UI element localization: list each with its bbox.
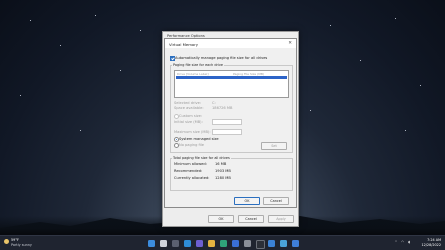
- volume-icon[interactable]: ◖: [408, 240, 410, 244]
- star: [360, 60, 361, 61]
- perf-ok-button[interactable]: OK: [208, 215, 234, 223]
- star: [405, 130, 406, 131]
- selected-drive-value: C:: [212, 101, 216, 105]
- initial-size-label: Initial size (MB):: [174, 119, 203, 124]
- auto-manage-label: Automatically manage paging file size fo…: [175, 56, 268, 60]
- paging-drive-group-label: Paging file size for each drive: [172, 62, 224, 67]
- star: [310, 110, 311, 111]
- task-view-icon[interactable]: [172, 239, 179, 247]
- performance-options-buttons: OK Cancel Apply: [208, 215, 294, 223]
- virtual-memory-dialog: Virtual Memory ✕ Automatically manage pa…: [164, 38, 297, 208]
- settings-icon[interactable]: [244, 239, 251, 247]
- space-available-label: Space available:: [174, 106, 204, 110]
- photos-icon[interactable]: [280, 239, 287, 247]
- dialog-titlebar: Virtual Memory ✕: [165, 39, 296, 48]
- weather-icon: [4, 239, 9, 244]
- star: [140, 30, 141, 31]
- currently-allocated-label: Currently allocated:: [174, 176, 210, 180]
- store-icon[interactable]: [232, 239, 239, 247]
- dialog-title: Virtual Memory: [169, 41, 199, 47]
- custom-size-label: Custom size:: [179, 114, 203, 118]
- weather-widget[interactable]: 59°F Partly sunny: [4, 238, 32, 247]
- security-icon[interactable]: [292, 239, 299, 247]
- star: [80, 130, 81, 131]
- initial-size-input[interactable]: [212, 119, 242, 125]
- recommended-value: 1903 MB: [215, 169, 231, 173]
- chat-icon[interactable]: [196, 239, 203, 247]
- set-button[interactable]: Set: [261, 142, 287, 150]
- ok-button[interactable]: OK: [234, 197, 260, 205]
- start-icon[interactable]: [148, 239, 155, 247]
- total-paging-group-label: Total paging file size for all drives: [172, 155, 231, 160]
- close-icon[interactable]: ✕: [288, 41, 292, 46]
- min-allowed-value: 16 MB: [215, 162, 227, 166]
- maximum-size-label: Maximum size (MB):: [174, 129, 211, 134]
- search-icon[interactable]: [160, 239, 167, 247]
- recommended-label: Recommended:: [174, 169, 203, 173]
- system-managed-label: System managed size: [179, 137, 219, 141]
- space-available-value: 186726 MB: [212, 106, 233, 110]
- star: [60, 45, 61, 46]
- perf-cancel-button[interactable]: Cancel: [238, 215, 264, 223]
- min-allowed-label: Minimum allowed:: [174, 162, 207, 166]
- taskbar: 59°F Partly sunny ˄ ◠ ◖ 7:24 AM 12/28/20…: [0, 235, 445, 250]
- drive-list-row-selected[interactable]: [175, 75, 288, 79]
- widgets-icon[interactable]: [184, 239, 191, 247]
- clock[interactable]: 7:24 AM 12/28/2022: [421, 238, 441, 247]
- maximum-size-input[interactable]: [212, 129, 242, 135]
- no-paging-label: No paging file: [179, 143, 204, 147]
- star: [330, 25, 331, 26]
- drive-list[interactable]: Drive [Volume Label] Paging File Size (M…: [174, 70, 289, 98]
- star: [20, 95, 21, 96]
- edge-icon[interactable]: [220, 239, 227, 247]
- terminal-icon[interactable]: [256, 239, 265, 249]
- selected-drive-label: Selected drive:: [174, 101, 202, 105]
- wifi-icon[interactable]: ◠: [401, 240, 404, 244]
- drive-list-header: Drive [Volume Label] Paging File Size (M…: [175, 71, 288, 76]
- mail-icon[interactable]: [268, 239, 275, 247]
- file-explorer-icon[interactable]: [208, 239, 215, 247]
- currently-allocated-value: 1280 MB: [215, 176, 231, 180]
- tray-chevron-icon[interactable]: ˄: [395, 240, 397, 245]
- perf-apply-button[interactable]: Apply: [268, 215, 294, 223]
- star: [120, 70, 121, 71]
- star: [30, 20, 31, 21]
- cancel-button[interactable]: Cancel: [263, 197, 289, 205]
- star: [420, 85, 421, 86]
- clock-date: 12/28/2022: [421, 242, 441, 247]
- star: [95, 15, 96, 16]
- star: [395, 18, 396, 19]
